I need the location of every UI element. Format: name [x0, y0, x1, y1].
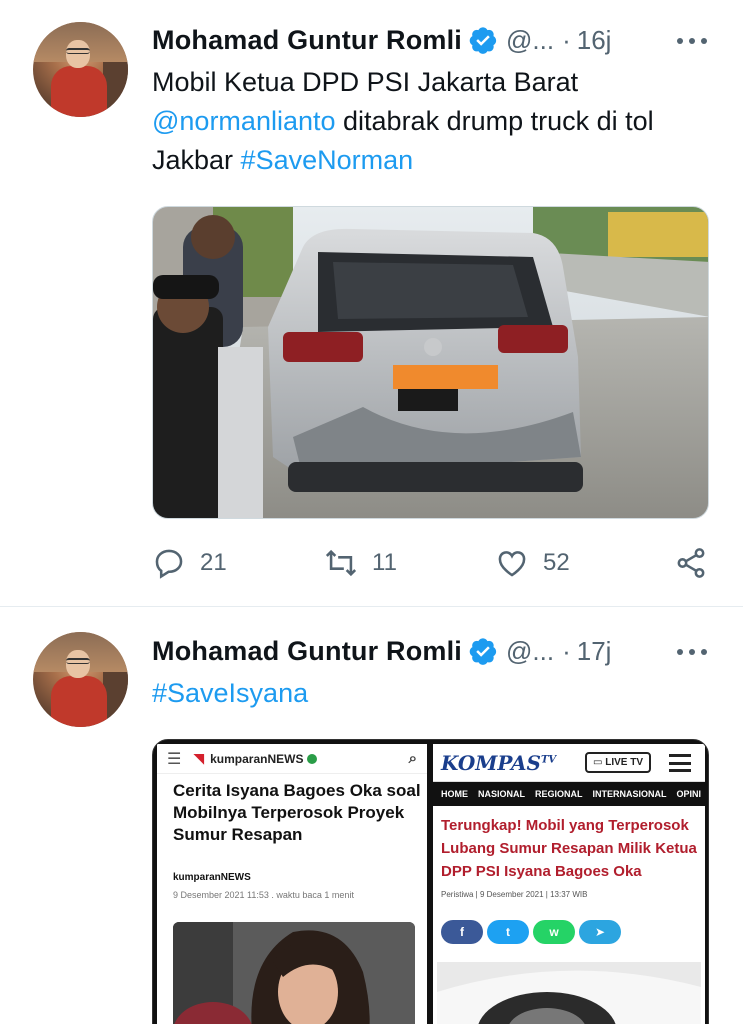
tweet-actions: 21 11 52 [152, 543, 712, 583]
woman-photo-illustration [173, 922, 415, 1024]
hashtag-link[interactable]: #SaveNorman [241, 145, 414, 175]
kompas-header: KOMPASTV ▭ LIVE TV [433, 744, 705, 782]
heart-icon [498, 551, 526, 577]
kompas-share-buttons: f t w ➤ [441, 920, 621, 944]
kumparan-source: kumparanNEWS [173, 872, 251, 883]
tweet-time[interactable]: 16j [577, 25, 612, 56]
kompas-nav-item: NASIONAL [478, 789, 525, 799]
tweet-text-line: ditabrak drump truck di tol [335, 106, 654, 136]
share-icon [677, 548, 705, 578]
more-options-icon[interactable] [677, 647, 707, 657]
menu-icon: ☰ [167, 750, 182, 768]
kumparan-article-photo [173, 922, 415, 1024]
separator-dot: · [562, 24, 571, 55]
more-options-icon[interactable] [677, 36, 707, 46]
verified-badge-icon [469, 638, 497, 665]
tweet-photo-damaged-car[interactable] [152, 206, 709, 519]
separator-dot: · [562, 635, 571, 666]
twitter-icon: t [487, 920, 529, 944]
tweet-text: #SaveIsyana [152, 674, 712, 713]
kumparan-article-screenshot: ☰ ◥ kumparanNEWS ⌕ Cerita Isyana Bagoes … [157, 744, 427, 1024]
telegram-icon: ➤ [579, 920, 621, 944]
kumparan-headline: Cerita Isyana Bagoes Oka soal Mobilnya T… [173, 781, 421, 844]
reply-button[interactable]: 21 [152, 543, 227, 583]
verified-badge-icon [469, 27, 497, 54]
kumparan-header: ☰ ◥ kumparanNEWS ⌕ [157, 744, 427, 774]
kompas-logo-text: KOMPAS [441, 750, 541, 775]
tweet-text: Mobil Ketua DPD PSI Jakarta Barat @norma… [152, 63, 712, 180]
verified-check-icon [307, 753, 318, 764]
kumparan-logo-icon: ◥ [193, 750, 205, 766]
author-name[interactable]: Mohamad Guntur Romli [152, 25, 462, 56]
kompas-nav-item: REGIONAL [535, 789, 583, 799]
author-avatar[interactable] [33, 632, 128, 727]
retweet-button[interactable]: 11 [324, 543, 397, 583]
kumparan-date: 9 Desember 2021 11:53 . waktu baca 1 men… [173, 890, 354, 900]
kompas-article-screenshot: KOMPASTV ▭ LIVE TV HOME NASIONAL REGIONA… [433, 744, 705, 1024]
like-button[interactable]: 52 [495, 543, 570, 583]
kompas-logo: KOMPASTV [441, 751, 556, 775]
retweet-icon [325, 549, 357, 577]
car-photo-illustration [153, 207, 708, 518]
tweet-text-line: Jakbar [152, 145, 241, 175]
mention-link[interactable]: @normanlianto [152, 106, 336, 136]
kompas-nav-item: OPINI [676, 789, 702, 799]
tweet-text-line: Mobil Ketua DPD PSI Jakarta Barat [152, 67, 579, 97]
author-handle[interactable]: @... [506, 636, 554, 667]
search-icon: ⌕ [408, 750, 417, 767]
kompas-headline: Terungkap! Mobil yang Terperosok Lubang … [441, 817, 697, 880]
whatsapp-icon: w [533, 920, 575, 944]
reply-icon [155, 549, 183, 579]
live-tv-badge: ▭ LIVE TV [585, 752, 652, 773]
tweet-photo-news-screenshots[interactable]: ☰ ◥ kumparanNEWS ⌕ Cerita Isyana Bagoes … [152, 739, 709, 1024]
kompas-article-photo [437, 962, 701, 1024]
hamburger-menu-icon [669, 754, 691, 772]
car-wheel-photo-illustration [437, 962, 701, 1024]
tweet-2[interactable]: Mohamad Guntur Romli @... · 17j #SaveIsy… [0, 606, 743, 1024]
reply-count: 21 [200, 549, 227, 576]
live-tv-label: LIVE TV [605, 757, 644, 768]
hashtag-link[interactable]: #SaveIsyana [152, 678, 308, 708]
kompas-nav: HOME NASIONAL REGIONAL INTERNASIONAL OPI… [433, 782, 705, 806]
kumparan-brand: kumparanNEWS [210, 751, 304, 766]
kompas-meta: Peristiwa | 9 Desember 2021 | 13:37 WIB [441, 890, 588, 899]
tweet-header: Mohamad Guntur Romli @... · 17j [152, 631, 611, 671]
tweet-header: Mohamad Guntur Romli @... · 16j [152, 20, 611, 60]
author-avatar[interactable] [33, 22, 128, 117]
kompas-nav-item: HOME [441, 789, 468, 799]
retweet-count: 11 [372, 549, 397, 576]
author-name[interactable]: Mohamad Guntur Romli [152, 636, 462, 667]
tweet-time[interactable]: 17j [577, 636, 612, 667]
facebook-icon: f [441, 920, 483, 944]
kompas-nav-item: INTERNASIONAL [592, 789, 667, 799]
like-count: 52 [543, 549, 570, 576]
share-button[interactable] [674, 543, 708, 583]
author-handle[interactable]: @... [506, 25, 554, 56]
kompas-logo-sup: TV [540, 753, 557, 765]
tweet-1[interactable]: Mohamad Guntur Romli @... · 16j Mobil Ke… [0, 0, 743, 606]
